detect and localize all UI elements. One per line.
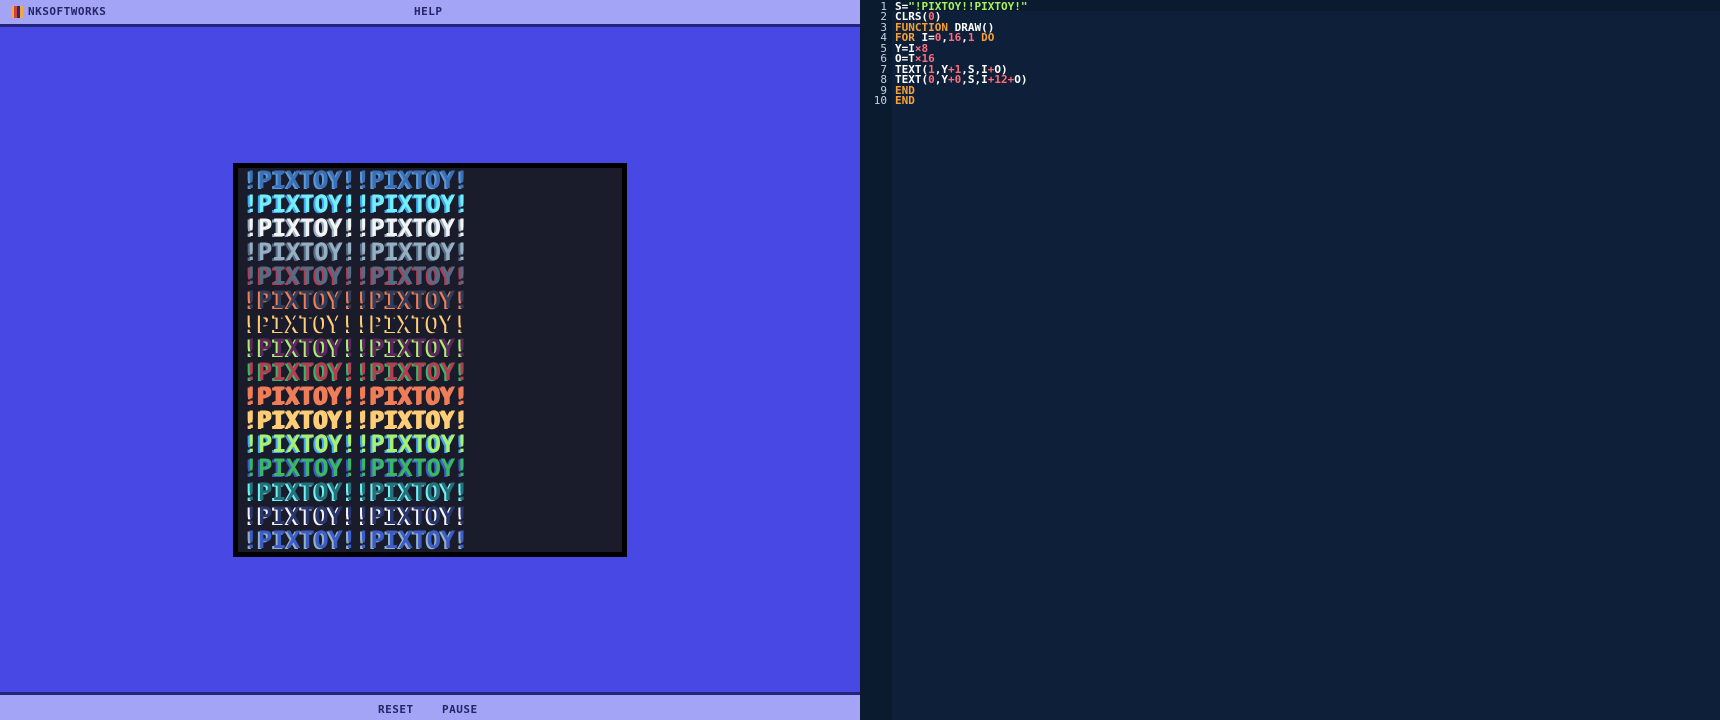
code-token: DO (974, 31, 995, 44)
code-token: O) (1014, 73, 1028, 86)
screen-text: !PIXTOY!!PIXTOY! (244, 286, 469, 314)
code-token: , (941, 31, 948, 44)
screen-text: !PIXTOY!!PIXTOY! (244, 430, 469, 458)
screen-text-row: !PIXTOY!!PIXTOY! !PIXTOY!!PIXTOY! (238, 286, 622, 314)
screen-text-row: !PIXTOY!!PIXTOY! !PIXTOY!!PIXTOY! (238, 238, 622, 266)
screen-text-row: !PIXTOY!!PIXTOY! !PIXTOY!!PIXTOY! (238, 430, 622, 458)
code-token: 1 (967, 31, 975, 44)
screen-text-row: !PIXTOY!!PIXTOY! !PIXTOY!!PIXTOY! (238, 502, 622, 530)
code-token: ,Y (934, 73, 948, 86)
screen-text: !PIXTOY!!PIXTOY! (244, 334, 469, 362)
screen-text-row: !PIXTOY!!PIXTOY! !PIXTOY!!PIXTOY! (238, 382, 622, 410)
code-token: +12+ (987, 73, 1015, 86)
logo-stripe (20, 6, 23, 18)
top-bar: NKSOFTWORKS HELP (0, 0, 860, 27)
screen-text: !PIXTOY!!PIXTOY! (244, 382, 469, 410)
screen-text-row: !PIXTOY!!PIXTOY! !PIXTOY!!PIXTOY! (238, 478, 622, 506)
screen-text-row: !PIXTOY!!PIXTOY! !PIXTOY!!PIXTOY! (238, 310, 622, 338)
screen-text: !PIXTOY!!PIXTOY! (244, 190, 469, 218)
pause-button[interactable]: PAUSE (442, 703, 478, 716)
screen-text: !PIXTOY!!PIXTOY! (244, 478, 469, 506)
screen-text-row: !PIXTOY!!PIXTOY! !PIXTOY!!PIXTOY! (238, 190, 622, 218)
screen-text: !PIXTOY!!PIXTOY! (244, 238, 469, 266)
screen-text: !PIXTOY!!PIXTOY! (244, 502, 469, 530)
code-editor[interactable]: 1 S="!PIXTOY!!PIXTOY!" 2 CLRS(0) 3 FUNCTION D… (860, 0, 1720, 720)
screen-text-row: !PIXTOY!!PIXTOY! !PIXTOY!!PIXTOY! (238, 334, 622, 362)
game-screen[interactable]: !PIXTOY!!PIXTOY! !PIXTOY!!PIXTOY! !PIXTOY!… (233, 163, 627, 557)
code-token: END (895, 94, 915, 107)
screen-text-row: !PIXTOY!!PIXTOY! !PIXTOY!!PIXTOY! (238, 454, 622, 482)
screen-text-row: !PIXTOY!!PIXTOY! !PIXTOY!!PIXTOY! (238, 528, 622, 552)
bottom-bar: RESET PAUSE (0, 692, 860, 720)
code-line[interactable]: END (895, 95, 915, 106)
screen-text: !PIXTOY!!PIXTOY! (244, 310, 469, 338)
code-token: +0 (948, 73, 962, 86)
screen-text: !PIXTOY!!PIXTOY! (244, 262, 469, 290)
screen-text: !PIXTOY!!PIXTOY! (244, 406, 469, 434)
help-button[interactable]: HELP (414, 5, 443, 18)
screen-text-row: !PIXTOY!!PIXTOY! !PIXTOY!!PIXTOY! (238, 168, 622, 194)
line-number-gutter (860, 0, 892, 720)
reset-button[interactable]: RESET (378, 703, 414, 716)
screen-canvas: !PIXTOY!!PIXTOY! !PIXTOY!!PIXTOY! !PIXTOY!… (238, 168, 622, 552)
brand-label: NKSOFTWORKS (28, 5, 107, 18)
code-token: ,S,I (961, 73, 988, 86)
screen-text: !PIXTOY!!PIXTOY! (244, 526, 469, 552)
screen-text: !PIXTOY!!PIXTOY! (244, 358, 469, 386)
emulator-pane: NKSOFTWORKS HELP !PIXTOY!!PIXTOY! !PIXTOY… (0, 0, 860, 720)
screen-text-row: !PIXTOY!!PIXTOY! !PIXTOY!!PIXTOY! (238, 262, 622, 290)
line-number: 10 (873, 94, 887, 107)
logo-icon (11, 6, 23, 18)
screen-text: !PIXTOY!!PIXTOY! (244, 168, 469, 194)
screen-text-row: !PIXTOY!!PIXTOY! !PIXTOY!!PIXTOY! (238, 406, 622, 434)
screen-text-row: !PIXTOY!!PIXTOY! !PIXTOY!!PIXTOY! (238, 214, 622, 242)
code-token: 0 (928, 73, 935, 86)
screen-text: !PIXTOY!!PIXTOY! (244, 454, 469, 482)
code-token: , (961, 31, 968, 44)
screen-text-row: !PIXTOY!!PIXTOY! !PIXTOY!!PIXTOY! (238, 358, 622, 386)
code-token: 16 (948, 31, 962, 44)
screen-text: !PIXTOY!!PIXTOY! (244, 214, 469, 242)
